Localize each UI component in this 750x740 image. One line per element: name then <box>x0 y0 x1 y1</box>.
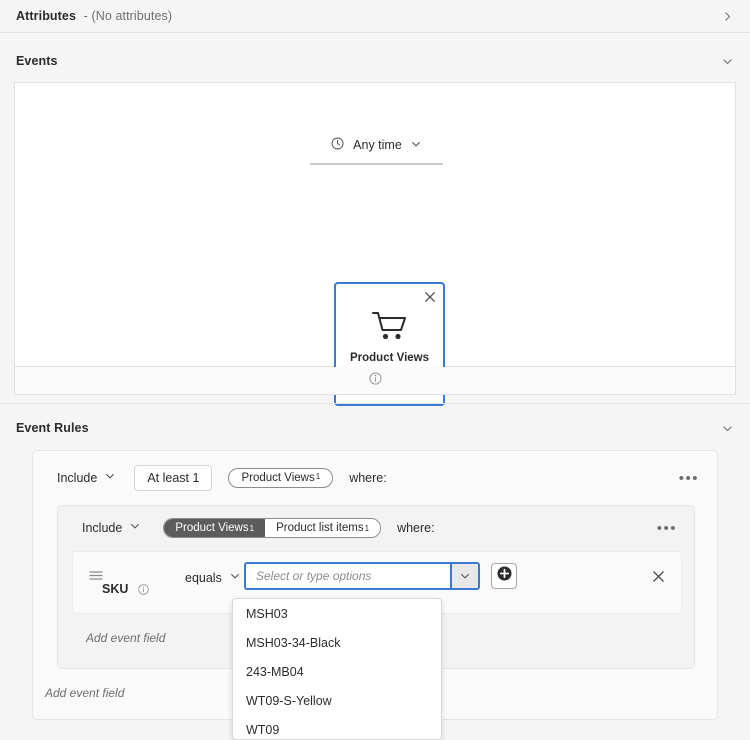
operator-label: equals <box>185 571 222 585</box>
events-title: Events <box>16 54 58 68</box>
events-canvas-footer <box>14 367 736 395</box>
remove-field-button[interactable] <box>652 570 665 588</box>
drag-handle-icon[interactable] <box>89 568 103 586</box>
list-item[interactable]: 243-MB04 <box>233 657 441 686</box>
outer-where-label: where: <box>349 471 387 485</box>
inner-rule-more-menu[interactable]: ••• <box>657 521 677 536</box>
operator-selector[interactable]: equals <box>185 569 241 587</box>
list-item[interactable]: WT09 <box>233 715 441 739</box>
value-combobox-toggle[interactable] <box>450 562 480 590</box>
list-item[interactable]: MSH03-34-Black <box>233 628 441 657</box>
section-divider <box>0 403 750 404</box>
inner-pill-primary-sup: 1 <box>249 523 255 533</box>
value-combobox[interactable] <box>244 562 450 590</box>
clock-icon <box>330 136 345 154</box>
outer-event-pill-label: Product Views <box>241 472 315 484</box>
outer-event-pill[interactable]: Product Views 1 <box>228 468 334 488</box>
list-item[interactable]: WT09-S-Yellow <box>233 686 441 715</box>
chevron-down-icon[interactable] <box>104 469 116 487</box>
attributes-title-text: Attributes <box>16 9 77 23</box>
inner-pill-secondary-sup: 1 <box>364 523 370 533</box>
close-icon[interactable] <box>424 290 436 308</box>
add-value-button[interactable] <box>491 563 517 589</box>
attributes-subtitle: - (No attributes) <box>83 9 173 23</box>
attributes-title: Attributes - (No attributes) <box>0 9 172 23</box>
value-input[interactable] <box>254 568 450 584</box>
inner-pill-segment-primary[interactable]: Product Views 1 <box>164 519 266 537</box>
chevron-down-icon[interactable] <box>410 138 422 153</box>
time-selector[interactable]: Any time <box>330 136 422 163</box>
chevron-down-icon[interactable] <box>129 519 141 537</box>
shopping-cart-icon <box>336 310 443 342</box>
time-selector-label: Any time <box>353 138 402 152</box>
outer-include-label: Include <box>57 471 98 485</box>
list-item[interactable]: MSH03 <box>233 599 441 628</box>
chevron-down-icon[interactable] <box>721 55 734 68</box>
inner-pill-segment-secondary[interactable]: Product list items 1 <box>265 519 381 537</box>
info-icon[interactable] <box>368 371 383 391</box>
timeline-divider <box>309 163 443 165</box>
inner-include-selector[interactable]: Include <box>82 519 141 537</box>
inner-include-label: Include <box>82 521 123 535</box>
outer-rule-more-menu[interactable]: ••• <box>679 471 699 486</box>
inner-event-breadcrumb-pill[interactable]: Product Views 1 Product list items 1 <box>163 518 382 538</box>
inner-pill-primary-label: Product Views <box>175 522 249 534</box>
events-canvas: Any time Product Views 1 Rule <box>14 82 737 406</box>
event-rules-section-header[interactable]: Event Rules <box>0 408 750 448</box>
event-field-name: SKU <box>102 582 129 596</box>
timeline-bar: Any time <box>15 136 737 165</box>
event-rules-title: Event Rules <box>16 421 89 435</box>
attributes-section-header[interactable]: Attributes - (No attributes) <box>0 0 750 33</box>
outer-rule-header: Include At least 1 Product Views 1 where:… <box>33 465 717 491</box>
inner-where-label: where: <box>397 521 435 535</box>
value-options-dropdown[interactable]: MSH03 MSH03-34-Black 243-MB04 WT09-S-Yel… <box>232 598 442 740</box>
outer-count-button[interactable]: At least 1 <box>134 465 213 491</box>
inner-pill-secondary-label: Product list items <box>276 522 364 534</box>
chevron-down-icon[interactable] <box>721 422 734 435</box>
add-event-field-outer[interactable]: Add event field <box>45 686 124 700</box>
chevron-down-icon[interactable] <box>229 569 241 587</box>
chevron-right-icon[interactable] <box>721 10 734 23</box>
page-root: Attributes - (No attributes) Events Any … <box>0 0 750 740</box>
add-event-field-inner[interactable]: Add event field <box>86 631 165 645</box>
plus-circle-icon <box>496 565 513 587</box>
info-icon[interactable] <box>137 583 150 601</box>
inner-rule-header: Include Product Views 1 Product list item… <box>58 518 694 538</box>
event-card-title: Product Views <box>349 352 430 364</box>
outer-event-pill-sup: 1 <box>315 472 321 481</box>
outer-include-selector[interactable]: Include <box>57 469 116 487</box>
events-section-header[interactable]: Events <box>0 41 750 81</box>
